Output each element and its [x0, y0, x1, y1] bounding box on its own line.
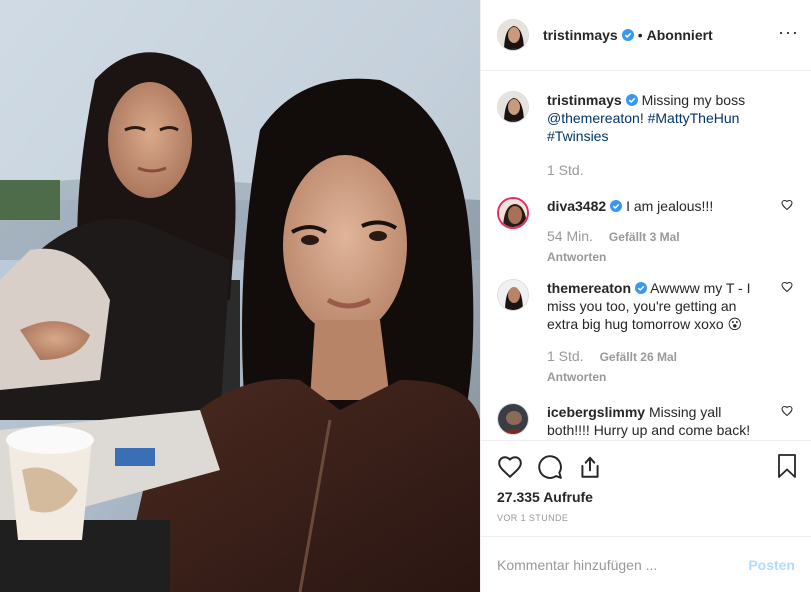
comment-icon[interactable]	[537, 454, 563, 480]
verified-badge-icon	[610, 200, 623, 212]
post-sidebar: tristinmays • Abonniert ··· tristinmays …	[480, 0, 811, 592]
comment-time[interactable]: 1 Std.	[547, 347, 584, 365]
comment-item: themereaton Awwww my T - I miss you too,…	[497, 279, 795, 403]
hashtag-link[interactable]: #Twinsies	[547, 128, 608, 144]
post-actions: 27.335 Aufrufe VOR 1 STUNDE	[481, 440, 811, 536]
comment-item: icebergslimmy Missing yall both!!!! Hurr…	[497, 403, 795, 439]
reply-button[interactable]: Antworten	[547, 368, 767, 386]
heart-icon[interactable]	[781, 281, 793, 293]
post-video[interactable]	[0, 0, 480, 592]
caption-username[interactable]: tristinmays	[547, 92, 622, 108]
heart-icon[interactable]	[781, 405, 793, 417]
verified-badge-icon	[625, 94, 638, 106]
comment-avatar[interactable]	[497, 279, 529, 311]
caption-mention-link[interactable]: @themereaton	[547, 110, 640, 126]
bookmark-icon[interactable]	[775, 453, 799, 479]
comment-time[interactable]: 54 Min.	[547, 227, 593, 245]
comment-avatar[interactable]	[497, 197, 529, 229]
posted-time[interactable]: VOR 1 STUNDE	[497, 513, 795, 523]
add-comment-bar: Posten	[481, 536, 811, 592]
hashtag-link[interactable]: #MattyTheHun	[648, 110, 740, 126]
avatar[interactable]	[497, 19, 529, 51]
comment-text: I am jealous!!!	[626, 198, 714, 214]
comments-list: tristinmays Missing my boss @themereaton…	[481, 71, 811, 440]
comment-username[interactable]: themereaton	[547, 280, 631, 296]
post-comment-button[interactable]: Posten	[748, 557, 795, 573]
caption-time[interactable]: 1 Std.	[547, 161, 584, 179]
verified-badge-icon	[635, 282, 648, 294]
share-icon[interactable]	[577, 454, 603, 480]
header-username[interactable]: tristinmays	[543, 27, 618, 43]
view-count[interactable]: 27.335 Aufrufe	[497, 489, 795, 505]
verified-badge-icon	[621, 29, 634, 41]
comment-username[interactable]: diva3482	[547, 198, 606, 214]
comment-input[interactable]	[497, 556, 749, 573]
ellipsis-icon[interactable]: ···	[778, 23, 799, 41]
instagram-post: tristinmays • Abonniert ··· tristinmays …	[0, 0, 811, 592]
video-frame-photo	[0, 0, 480, 592]
heart-icon[interactable]	[497, 454, 523, 480]
post-header: tristinmays • Abonniert ···	[481, 0, 811, 71]
comment-avatar[interactable]	[497, 403, 529, 435]
comment-item: diva3482 I am jealous!!! 54 Min. Gefällt…	[497, 197, 795, 279]
heart-icon[interactable]	[781, 199, 793, 211]
caption: tristinmays Missing my boss @themereaton…	[497, 91, 795, 197]
caption-avatar[interactable]	[497, 91, 529, 123]
reply-button[interactable]: Antworten	[547, 248, 767, 266]
comment-username[interactable]: icebergslimmy	[547, 404, 645, 420]
caption-exclamation: !	[639, 110, 644, 126]
follow-status-button[interactable]: Abonniert	[647, 27, 713, 43]
comment-likes[interactable]: Gefällt 3 Mal	[609, 228, 680, 246]
separator-dot: •	[637, 27, 643, 43]
caption-text: Missing my boss	[641, 92, 746, 108]
comment-likes[interactable]: Gefällt 26 Mal	[600, 348, 677, 366]
